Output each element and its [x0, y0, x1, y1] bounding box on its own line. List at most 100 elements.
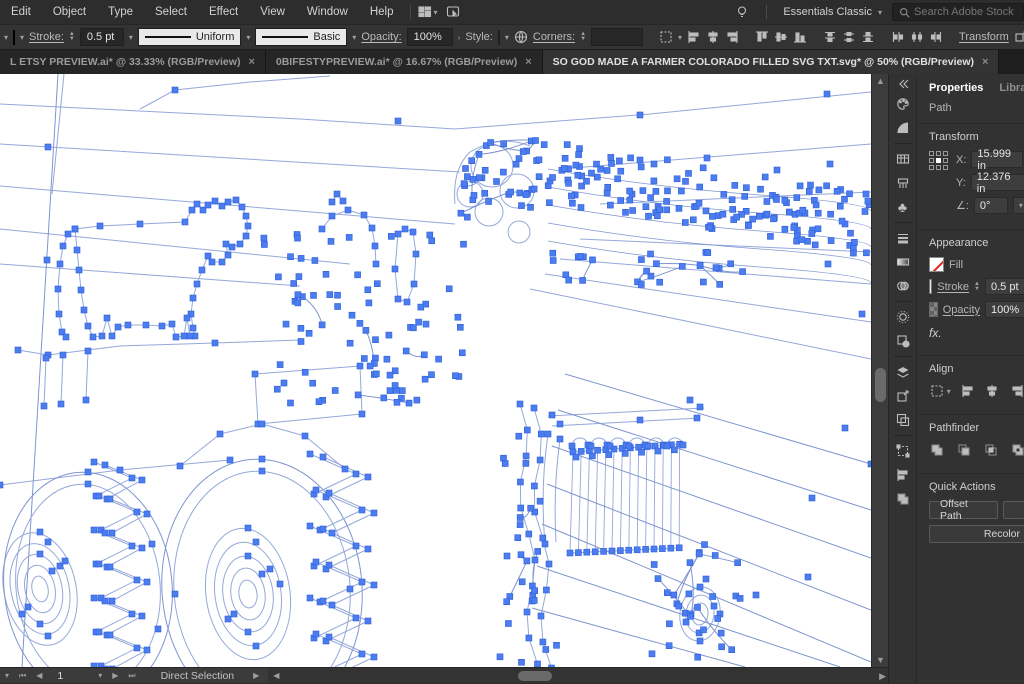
scroll-left-icon[interactable]: ◀: [268, 671, 284, 680]
stroke-weight-value[interactable]: 0.5 pt: [985, 278, 1024, 295]
effects-fx-button[interactable]: fx.: [929, 326, 942, 340]
align-vertical-center-icon[interactable]: [774, 29, 788, 45]
graphic-styles-panel-icon[interactable]: [891, 329, 915, 353]
chevron-down-icon[interactable]: ▾: [505, 33, 509, 42]
artwork-canvas[interactable]: [0, 74, 871, 667]
pathfinder-exclude-icon[interactable]: [1010, 442, 1024, 458]
document-tab-2[interactable]: 0BIFESTYPREVIEW.ai* @ 16.67% (RGB/Previe…: [265, 50, 543, 74]
align-horizontal-center-icon[interactable]: [706, 29, 720, 45]
first-artboard-icon[interactable]: ⏮: [14, 671, 31, 681]
chevron-down-icon[interactable]: ▾: [678, 33, 682, 42]
chevron-down-icon[interactable]: ▾: [246, 33, 250, 42]
next-artboard-icon[interactable]: ▶: [107, 671, 123, 680]
vertical-scroll-thumb[interactable]: [875, 368, 886, 402]
search-input[interactable]: [914, 6, 1014, 18]
status-options-icon[interactable]: ▶: [248, 671, 264, 680]
distribute-bottom-icon[interactable]: [861, 29, 875, 45]
transparency-panel-icon[interactable]: [891, 274, 915, 298]
discover-lightbulb-icon[interactable]: [734, 4, 750, 20]
asset-export-panel-icon[interactable]: [891, 384, 915, 408]
graphic-style-swatch[interactable]: [497, 29, 500, 45]
opacity-value-field[interactable]: 100%: [985, 301, 1024, 318]
y-field[interactable]: 12.376 in: [970, 171, 1024, 195]
horizontal-scrollbar[interactable]: ◀ ▶: [268, 668, 888, 683]
stroke-weight-label[interactable]: Stroke:: [29, 31, 64, 43]
scroll-down-icon[interactable]: ▼: [872, 653, 889, 667]
stroke-weight-field[interactable]: 0.5 pt: [79, 28, 124, 46]
align-right-icon[interactable]: [725, 29, 739, 45]
menu-edit[interactable]: Edit: [0, 6, 42, 18]
fill-label[interactable]: Fill: [949, 259, 963, 271]
corners-field[interactable]: [591, 28, 644, 46]
rotation-field[interactable]: 0°: [973, 197, 1008, 214]
chevron-down-icon[interactable]: ▾: [352, 33, 356, 42]
layers-panel-icon[interactable]: [891, 360, 915, 384]
close-icon[interactable]: ×: [248, 56, 254, 68]
opacity-label[interactable]: Opacity:: [361, 31, 401, 43]
stroke-link[interactable]: Stroke: [937, 281, 969, 293]
close-icon[interactable]: ×: [525, 56, 531, 68]
chevron-down-icon[interactable]: ▾: [129, 33, 133, 42]
artboard-dropdown-icon[interactable]: ▾: [93, 671, 107, 680]
color-guide-panel-icon[interactable]: [891, 116, 915, 140]
distribute-vertical-center-icon[interactable]: [842, 29, 856, 45]
chevron-down-icon[interactable]: ▾: [20, 33, 24, 42]
collapse-panels-icon[interactable]: [891, 76, 915, 92]
swatches-panel-icon[interactable]: [891, 147, 915, 171]
workspace-layout-icon[interactable]: [417, 4, 433, 20]
stroke-panel-icon[interactable]: [891, 226, 915, 250]
x-field[interactable]: 15.999 in: [971, 148, 1024, 172]
tab-properties[interactable]: Properties: [929, 82, 983, 94]
align-left-icon[interactable]: [960, 383, 976, 399]
scroll-right-icon[interactable]: ▶: [879, 668, 886, 684]
menu-view[interactable]: View: [249, 6, 296, 18]
chevron-down-icon[interactable]: ▾: [947, 387, 951, 396]
corners-label[interactable]: Corners:: [533, 31, 575, 43]
align-left-icon[interactable]: [687, 29, 701, 45]
artboard-number[interactable]: 1: [47, 670, 93, 682]
close-icon[interactable]: ×: [982, 56, 988, 68]
appearance-panel-icon[interactable]: [891, 305, 915, 329]
color-panel-icon[interactable]: [891, 92, 915, 116]
menu-object[interactable]: Object: [42, 6, 97, 18]
stroke-weight-stepper[interactable]: ▲ ▼: [974, 281, 980, 292]
pathfinder-unite-icon[interactable]: [929, 442, 944, 458]
document-tab-1[interactable]: L ETSY PREVIEW.ai* @ 33.33% (RGB/Preview…: [0, 50, 266, 74]
stroke-swatch[interactable]: [929, 279, 933, 294]
opacity-link[interactable]: Opacity: [943, 304, 980, 316]
chevron-down-icon[interactable]: ▾: [433, 8, 437, 17]
menu-effect[interactable]: Effect: [198, 6, 249, 18]
recolor-button[interactable]: Recolor: [929, 525, 1024, 543]
workspace-switcher[interactable]: Essentials Classic ▾: [783, 6, 882, 18]
menu-select[interactable]: Select: [144, 6, 198, 18]
width-profile-dropdown[interactable]: Uniform: [137, 28, 242, 46]
align-bottom-icon[interactable]: [793, 29, 807, 45]
vertical-scrollbar[interactable]: ▲ ▼: [871, 74, 888, 667]
distribute-top-icon[interactable]: [823, 29, 837, 45]
opacity-field[interactable]: 100%: [406, 28, 453, 46]
chevron-right-icon[interactable]: ›: [458, 33, 461, 42]
align-panel-icon[interactable]: [891, 463, 915, 487]
brushes-panel-icon[interactable]: [891, 171, 915, 195]
document-tab-3-active[interactable]: SO GOD MADE A FARMER COLORADO FILLED SVG…: [542, 50, 1000, 74]
scroll-up-icon[interactable]: ▲: [872, 74, 889, 88]
transform-panel-icon[interactable]: [891, 439, 915, 463]
corners-stepper[interactable]: ▲ ▼: [580, 31, 586, 42]
distribute-horizontal-center-icon[interactable]: [910, 29, 924, 45]
align-to-selection-icon[interactable]: [659, 29, 673, 45]
pathfinder-intersect-icon[interactable]: [983, 442, 998, 458]
align-to-icon[interactable]: [929, 383, 945, 399]
chevron-down-icon[interactable]: ▾: [4, 33, 8, 42]
distribute-left-icon[interactable]: [891, 29, 905, 45]
brush-dropdown[interactable]: Basic: [255, 28, 348, 46]
distribute-right-icon[interactable]: [929, 29, 943, 45]
menu-window[interactable]: Window: [296, 6, 359, 18]
share-screen-icon[interactable]: [445, 4, 461, 20]
horizontal-scroll-thumb[interactable]: [518, 671, 553, 681]
symbols-panel-icon[interactable]: ♣: [891, 195, 915, 219]
fill-color-swatch[interactable]: [13, 29, 16, 45]
pathfinder-minus-front-icon[interactable]: [956, 442, 971, 458]
stroke-stepper[interactable]: ▲ ▼: [69, 31, 75, 42]
offset-path-button[interactable]: Offset Path: [929, 498, 998, 522]
artboards-panel-icon[interactable]: [891, 408, 915, 432]
